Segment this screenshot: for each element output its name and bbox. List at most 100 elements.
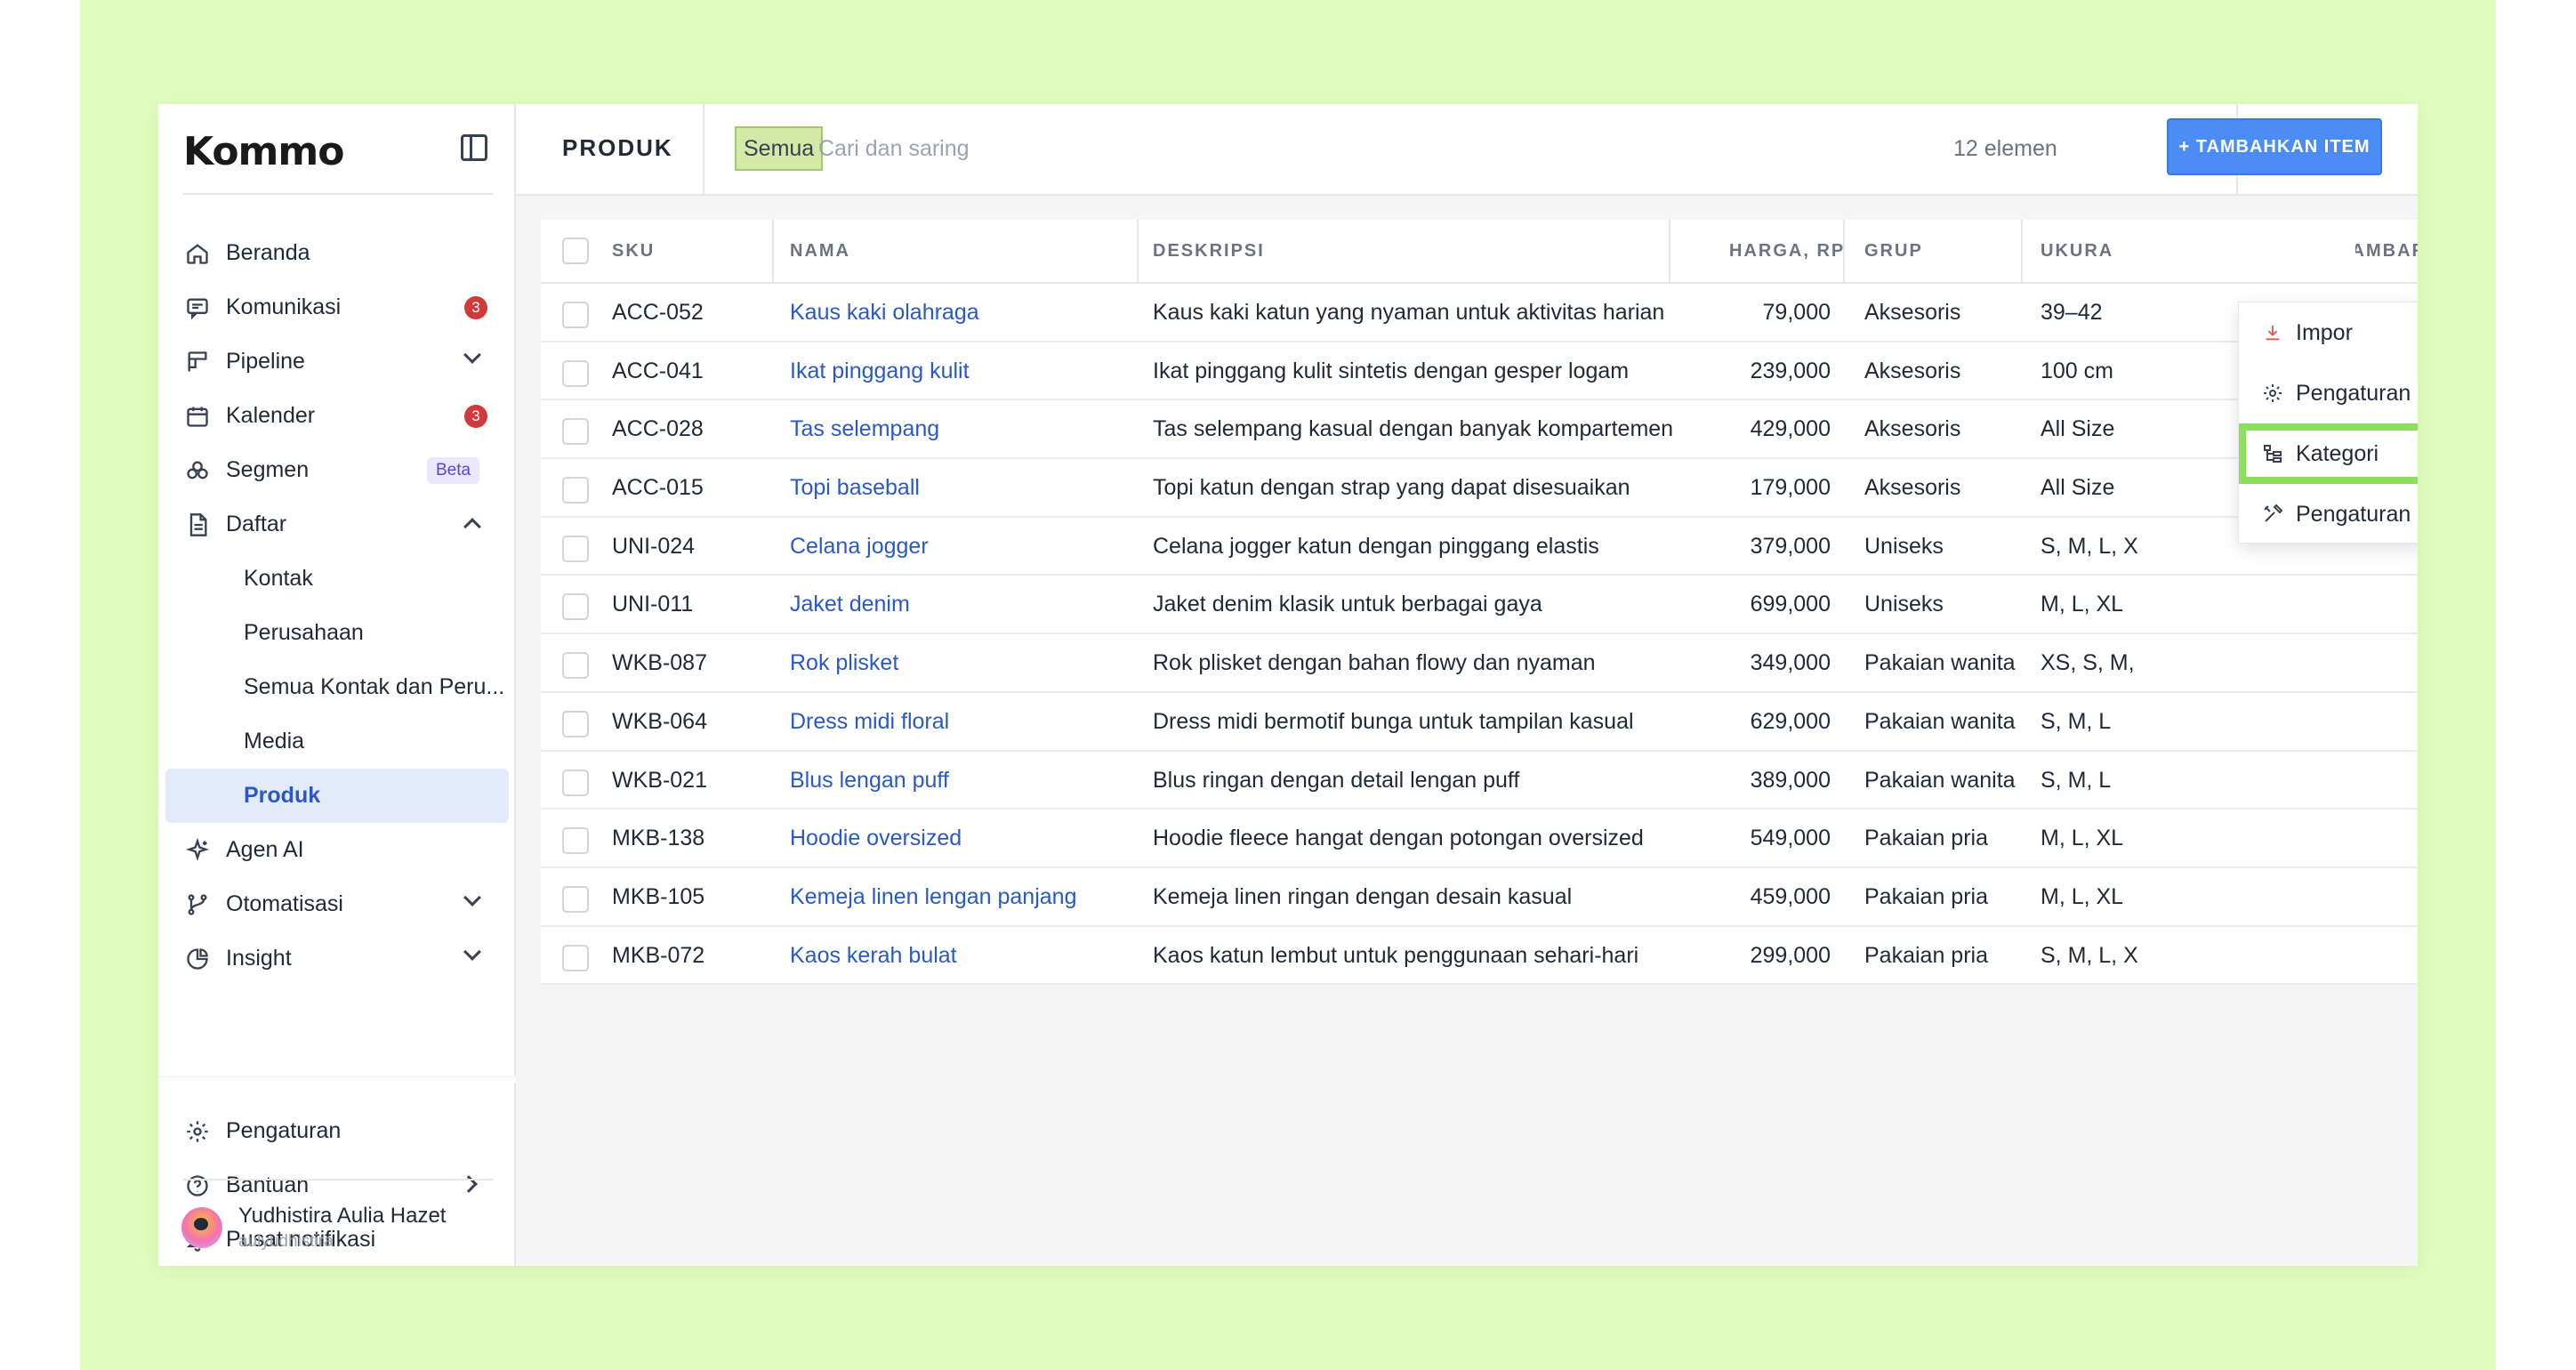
row-checkbox[interactable]: [562, 535, 589, 562]
chevron-down-icon[interactable]: [463, 889, 481, 907]
chevron-up-icon[interactable]: [463, 518, 481, 536]
table-row[interactable]: WKB-021 Blus lengan puff Blus ringan denga…: [541, 752, 2418, 810]
sidebar-collapse-icon[interactable]: [461, 134, 487, 161]
sidebar-item-pengaturan[interactable]: Pengaturan: [158, 1104, 516, 1158]
table-row[interactable]: WKB-087 Rok plisket Rok plisket dengan bah…: [541, 634, 2418, 693]
column-header-ukuran[interactable]: UKURA: [2041, 241, 2113, 262]
sidebar-item-kontak[interactable]: Kontak: [158, 552, 516, 606]
sidebar-item-daftar[interactable]: Daftar: [158, 497, 516, 552]
menu-item-pengaturan-daftar[interactable]: Pengaturan daftar: [2239, 484, 2418, 544]
sidebar-item-semua-kontak[interactable]: Semua Kontak dan Peru...: [158, 660, 516, 714]
cell-nama-link[interactable]: Jaket denim: [790, 592, 910, 617]
cell-deskripsi: Kaus kaki katun yang nyaman untuk aktivi…: [1153, 300, 1665, 325]
cell-nama-link[interactable]: Tas selempang: [790, 416, 939, 442]
table-row[interactable]: WKB-064 Dress midi floral Dress midi bermo…: [541, 693, 2418, 752]
sidebar-item-label: Kalender: [226, 403, 316, 428]
row-checkbox[interactable]: [562, 944, 589, 971]
row-checkbox[interactable]: [562, 652, 589, 680]
sidebar-item-agen-ai[interactable]: Agen AI: [158, 823, 516, 877]
row-checkbox[interactable]: [562, 885, 589, 913]
table-row[interactable]: MKB-138 Hoodie oversized Hoodie fleece han…: [541, 810, 2418, 868]
column-header-harga[interactable]: HARGA, RP: [1729, 241, 1845, 262]
sidebar-item-segmen[interactable]: Segmen Beta: [158, 443, 516, 497]
sidebar-item-beranda[interactable]: Beranda: [158, 226, 516, 280]
sidebar-item-perusahaan[interactable]: Perusahaan: [158, 606, 516, 660]
cell-harga: 239,000: [1750, 358, 1831, 383]
app-window: Kommo Beranda Komunikasi 3 Pipeline Kale…: [158, 104, 2418, 1266]
cell-harga: 299,000: [1750, 942, 1831, 968]
row-checkbox[interactable]: [562, 593, 589, 621]
cell-nama-link[interactable]: Hoodie oversized: [790, 826, 962, 851]
cell-nama-link[interactable]: Blus lengan puff: [790, 768, 949, 794]
unread-badge: 3: [464, 404, 487, 428]
cell-nama-link[interactable]: Rok plisket: [790, 650, 898, 676]
table-row[interactable]: ACC-041 Ikat pinggang kulit Ikat pinggang …: [541, 342, 2418, 401]
cell-grup: Pakaian pria: [1864, 826, 1988, 851]
menu-item-label: Pengaturan entitas: [2296, 380, 2418, 406]
column-header-sku[interactable]: SKU: [612, 241, 655, 262]
cell-nama-link[interactable]: Dress midi floral: [790, 709, 949, 735]
sidebar-divider: [183, 193, 493, 195]
sidebar-item-produk[interactable]: Produk: [165, 769, 509, 823]
chevron-down-icon[interactable]: [463, 346, 481, 364]
menu-item-impor[interactable]: Impor: [2239, 302, 2418, 363]
sidebar-item-insight[interactable]: Insight: [158, 931, 516, 986]
gear-icon: [2262, 383, 2283, 404]
table-row[interactable]: UNI-024 Celana jogger Celana jogger katun …: [541, 518, 2418, 576]
row-checkbox[interactable]: [562, 418, 589, 446]
filter-chip[interactable]: Semua: [735, 126, 824, 171]
column-header-nama[interactable]: NAMA: [790, 241, 850, 262]
cell-deskripsi: Kemeja linen ringan dengan desain kasual: [1153, 883, 1573, 909]
chevron-down-icon[interactable]: [463, 943, 481, 961]
sidebar-item-komunikasi[interactable]: Komunikasi 3: [158, 280, 516, 334]
row-checkbox[interactable]: [562, 359, 589, 387]
user-profile[interactable]: Yudhistira Aulia Hazet aulyudhistira: [181, 1200, 502, 1253]
table-row[interactable]: UNI-011 Jaket denim Jaket denim klasik unt…: [541, 576, 2418, 635]
row-checkbox[interactable]: [562, 477, 589, 504]
row-checkbox[interactable]: [562, 769, 589, 796]
row-checkbox[interactable]: [562, 710, 589, 737]
cell-grup: Aksesoris: [1864, 300, 1961, 325]
cell-sku: WKB-087: [612, 650, 707, 676]
add-item-button[interactable]: + TAMBAHKAN ITEM: [2167, 118, 2382, 175]
sidebar-item-otomatisasi[interactable]: Otomatisasi: [158, 877, 516, 931]
search-input[interactable]: [818, 126, 1441, 171]
cell-nama-link[interactable]: Kaus kaki olahraga: [790, 300, 979, 326]
cell-deskripsi: Kaos katun lembut untuk penggunaan sehar…: [1153, 942, 1639, 968]
sidebar-nav: Beranda Komunikasi 3 Pipeline Kalender 3…: [158, 226, 516, 986]
cell-nama-link[interactable]: Celana jogger: [790, 534, 929, 560]
sidebar-item-pipeline[interactable]: Pipeline: [158, 334, 516, 389]
table-row[interactable]: MKB-105 Kemeja linen lengan panjang Kemeja…: [541, 868, 2418, 927]
select-all-checkbox[interactable]: [562, 238, 589, 264]
cell-nama-link[interactable]: Kaos kerah bulat: [790, 943, 957, 969]
cell-harga: 349,000: [1750, 650, 1831, 676]
sidebar-item-label: Daftar: [226, 512, 287, 536]
cell-ukuran: S, M, L, XL: [2041, 533, 2138, 559]
column-header-grup[interactable]: GRUP: [1864, 241, 1923, 262]
menu-item-kategori[interactable]: Kategori: [2239, 423, 2418, 484]
cell-harga: 179,000: [1750, 475, 1831, 501]
table-row[interactable]: ACC-052 Kaus kaki olahraga Kaus kaki katun…: [541, 284, 2418, 342]
cell-deskripsi: Rok plisket dengan bahan flowy dan nyama…: [1153, 650, 1596, 676]
cell-sku: ACC-041: [612, 358, 704, 383]
cell-harga: 699,000: [1750, 592, 1831, 617]
cell-nama-link[interactable]: Topi baseball: [790, 475, 920, 501]
cell-nama-link[interactable]: Kemeja linen lengan panjang: [790, 884, 1076, 910]
column-header-gambar[interactable]: GAMBAR: [2355, 241, 2418, 262]
cell-ukuran: S, M, L: [2041, 767, 2112, 793]
column-header-deskripsi[interactable]: DESKRIPSI: [1153, 241, 1265, 262]
cell-deskripsi: Jaket denim klasik untuk berbagai gaya: [1153, 592, 1542, 617]
table-row[interactable]: ACC-028 Tas selempang Tas selempang kasual…: [541, 400, 2418, 460]
kommo-logo[interactable]: Kommo: [183, 129, 344, 174]
sidebar-item-media[interactable]: Media: [158, 714, 516, 769]
cell-grup: Pakaian wanita: [1864, 650, 2016, 676]
cell-deskripsi: Topi katun dengan strap yang dapat dises…: [1153, 475, 1630, 501]
table-row[interactable]: ACC-015 Topi baseball Topi katun dengan st…: [541, 459, 2418, 518]
sidebar-item-label: Media: [244, 729, 305, 754]
menu-item-pengaturan-entitas[interactable]: Pengaturan entitas: [2239, 363, 2418, 423]
table-row[interactable]: MKB-072 Kaos kerah bulat Kaos katun lembut…: [541, 927, 2418, 986]
sidebar-item-kalender[interactable]: Kalender 3: [158, 389, 516, 443]
row-checkbox[interactable]: [562, 302, 589, 328]
row-checkbox[interactable]: [562, 827, 589, 855]
cell-nama-link[interactable]: Ikat pinggang kulit: [790, 359, 970, 384]
